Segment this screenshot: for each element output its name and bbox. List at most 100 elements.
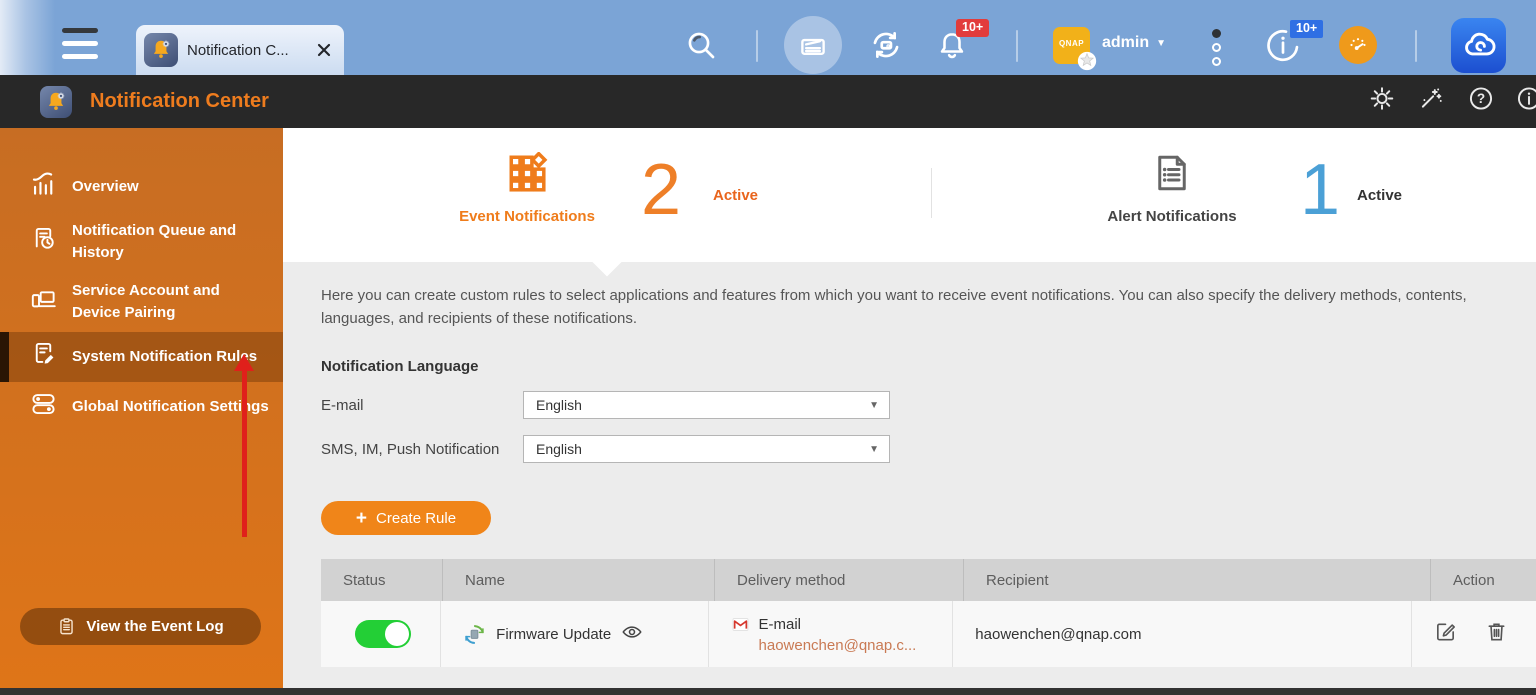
view-event-log-button[interactable]: View the Event Log bbox=[20, 608, 261, 645]
delivery-method: E-mail bbox=[759, 616, 917, 633]
sidebar-item-notification-queue[interactable]: Notification Queue and History bbox=[0, 212, 283, 272]
rules-document-icon bbox=[30, 340, 57, 374]
qnap-logo-text: QNAP bbox=[1053, 39, 1090, 48]
column-header-delivery: Delivery method bbox=[714, 559, 963, 601]
rule-action-cell bbox=[1411, 601, 1536, 667]
create-rule-label: Create Rule bbox=[376, 510, 456, 527]
tab-title: Notification C... bbox=[187, 42, 305, 59]
clipboard-icon bbox=[57, 617, 76, 636]
email-language-row: E-mail English ▼ bbox=[321, 391, 1496, 419]
rule-delivery-cell: E-mail haowenchen@qnap.c... bbox=[708, 601, 953, 667]
event-grid-icon bbox=[506, 152, 548, 194]
history-queue-icon bbox=[30, 225, 57, 259]
window-bottom-edge bbox=[0, 688, 1536, 695]
rule-enabled-toggle[interactable] bbox=[355, 620, 411, 648]
main-menu-icon bbox=[62, 28, 98, 33]
about-info-icon[interactable] bbox=[1516, 86, 1536, 117]
column-header-status: Status bbox=[321, 559, 442, 601]
app-header: Notification Center ? bbox=[0, 75, 1536, 128]
system-info-count-badge: 10+ bbox=[1290, 20, 1323, 38]
rule-status-cell bbox=[321, 601, 440, 667]
page-title: Notification Center bbox=[90, 90, 269, 113]
email-language-value: English bbox=[536, 397, 869, 413]
plus-icon: + bbox=[356, 509, 367, 528]
firmware-update-icon bbox=[463, 623, 486, 646]
sidebar-item-label: Overview bbox=[72, 176, 139, 198]
help-icon[interactable]: ? bbox=[1468, 86, 1494, 117]
topbar-divider bbox=[1415, 30, 1417, 62]
myqnapcloud-icon[interactable] bbox=[1451, 18, 1506, 73]
column-header-name: Name bbox=[442, 559, 714, 601]
table-header-row: Status Name Delivery method Recipient Ac… bbox=[321, 559, 1536, 601]
notification-center-app-icon bbox=[144, 33, 178, 67]
notification-center-app-icon bbox=[40, 86, 72, 118]
table-row: Firmware Update E-mail haowenchen@qnap.c… bbox=[321, 601, 1536, 667]
preview-eye-icon[interactable] bbox=[621, 621, 643, 647]
sidebar-item-label: System Notification Rules bbox=[72, 346, 257, 368]
rule-name-cell: Firmware Update bbox=[440, 601, 707, 667]
user-menu[interactable]: admin ▼ bbox=[1102, 34, 1166, 52]
edit-rule-icon[interactable] bbox=[1434, 620, 1457, 648]
tab-notification-center[interactable]: Notification C... bbox=[136, 25, 344, 75]
sidebar-item-overview[interactable]: Overview bbox=[0, 162, 283, 212]
rule-recipient-cell: haowenchen@qnap.com bbox=[952, 601, 1411, 667]
tab-alert-notifications[interactable]: Alert Notifications bbox=[1086, 152, 1258, 225]
sms-language-select[interactable]: English ▼ bbox=[523, 435, 890, 463]
rules-content: Here you can create custom rules to sele… bbox=[283, 262, 1536, 667]
chevron-down-icon: ▼ bbox=[869, 444, 879, 455]
sidebar-item-label: Global Notification Settings bbox=[72, 396, 269, 418]
alert-document-icon bbox=[1151, 152, 1193, 194]
tab-close-icon[interactable] bbox=[314, 40, 334, 60]
sms-language-value: English bbox=[536, 441, 869, 457]
user-avatar[interactable]: QNAP bbox=[1053, 27, 1090, 64]
sidebar-item-label: Notification Queue and History bbox=[72, 220, 269, 264]
recipient-email: haowenchen@qnap.com bbox=[975, 626, 1141, 643]
sidebar: Overview Notification Queue and History … bbox=[0, 128, 283, 695]
event-active-label: Active bbox=[713, 187, 758, 204]
search-icon[interactable] bbox=[685, 29, 717, 61]
quick-start-wand-icon[interactable] bbox=[1418, 86, 1444, 117]
column-header-recipient: Recipient bbox=[963, 559, 1430, 601]
devices-icon bbox=[30, 285, 57, 319]
notifications-count-badge: 10+ bbox=[956, 19, 989, 37]
delete-rule-icon[interactable] bbox=[1485, 620, 1508, 648]
main-panel: Event Notifications 2 Active Alert Notif… bbox=[283, 128, 1536, 695]
column-header-action: Action bbox=[1430, 559, 1536, 601]
rule-name: Firmware Update bbox=[496, 626, 611, 643]
tabs-divider bbox=[931, 168, 932, 218]
background-tasks-icon[interactable] bbox=[798, 30, 828, 60]
main-menu-button[interactable] bbox=[62, 28, 98, 67]
sidebar-item-global-settings[interactable]: Global Notification Settings bbox=[0, 382, 283, 432]
view-event-log-label: View the Event Log bbox=[86, 618, 223, 635]
topbar-divider bbox=[1016, 30, 1018, 62]
email-language-select[interactable]: English ▼ bbox=[523, 391, 890, 419]
storage-sync-icon[interactable] bbox=[869, 28, 903, 62]
chevron-down-icon: ▼ bbox=[1156, 38, 1166, 49]
settings-gear-icon[interactable] bbox=[1369, 86, 1395, 117]
toggles-icon bbox=[30, 390, 57, 424]
gmail-icon bbox=[731, 615, 750, 634]
email-label: E-mail bbox=[321, 397, 523, 414]
svg-text:?: ? bbox=[1477, 91, 1485, 106]
desktop-top-bar: Notification C... 10+ QNAP admin ▼ 10+ bbox=[0, 0, 1536, 75]
tab-event-notifications[interactable]: Event Notifications bbox=[441, 152, 613, 225]
dashboard-gauge-icon[interactable] bbox=[1339, 26, 1377, 64]
create-rule-button[interactable]: + Create Rule bbox=[321, 501, 491, 535]
sidebar-item-label: Service Account and Device Pairing bbox=[72, 280, 269, 324]
event-tab-label: Event Notifications bbox=[441, 208, 613, 225]
topbar-divider bbox=[756, 30, 758, 62]
more-options-menu[interactable] bbox=[1212, 29, 1221, 71]
notification-language-heading: Notification Language bbox=[321, 358, 1496, 375]
sidebar-item-system-notification-rules[interactable]: System Notification Rules bbox=[0, 332, 283, 382]
alert-active-label: Active bbox=[1357, 187, 1402, 204]
star-badge-icon bbox=[1076, 50, 1098, 72]
chevron-down-icon: ▼ bbox=[869, 400, 879, 411]
delivery-address-link[interactable]: haowenchen@qnap.c... bbox=[759, 637, 917, 654]
bar-chart-icon bbox=[30, 170, 57, 204]
sms-label: SMS, IM, Push Notification bbox=[321, 441, 523, 458]
section-description: Here you can create custom rules to sele… bbox=[321, 284, 1486, 330]
alert-tab-label: Alert Notifications bbox=[1086, 208, 1258, 225]
user-name: admin bbox=[1102, 34, 1149, 52]
sidebar-item-service-account[interactable]: Service Account and Device Pairing bbox=[0, 272, 283, 332]
alert-active-count: 1 bbox=[1300, 148, 1340, 232]
